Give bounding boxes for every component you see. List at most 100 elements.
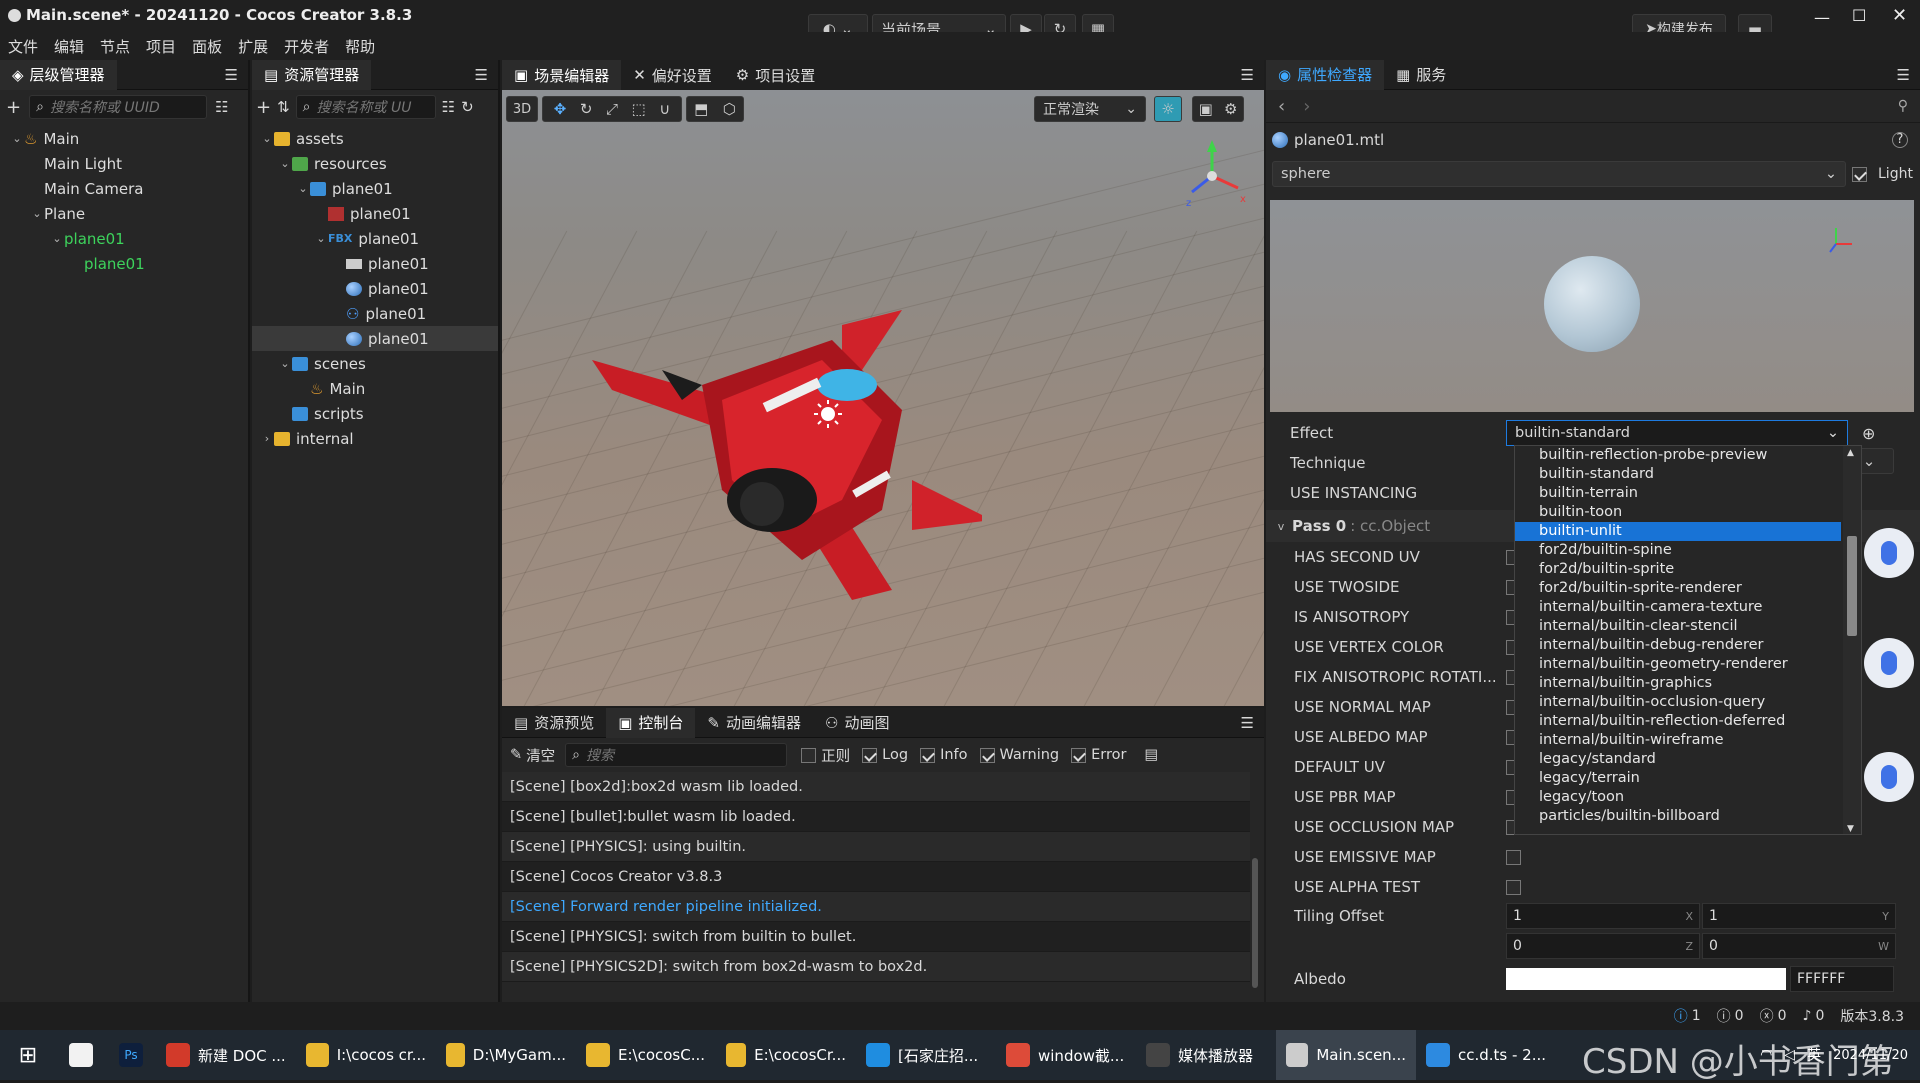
tab-preferences[interactable]: ✕ 偏好设置 bbox=[621, 60, 724, 90]
minimize-button[interactable]: — bbox=[1814, 8, 1830, 27]
menu-node[interactable]: 节点 bbox=[100, 36, 130, 57]
filter-checkbox[interactable] bbox=[979, 747, 995, 763]
tab-console[interactable]: ▣ 控制台 bbox=[606, 707, 696, 738]
filter-checkbox[interactable] bbox=[801, 747, 817, 763]
console-line[interactable]: [Scene] [PHYSICS]: switch from builtin t… bbox=[502, 922, 1250, 952]
asset-item[interactable]: plane01 bbox=[252, 251, 498, 276]
asset-item[interactable]: ♨ Main bbox=[252, 376, 498, 401]
scale-icon[interactable]: ⤢ bbox=[606, 100, 618, 118]
local-icon[interactable]: ⬡ bbox=[723, 100, 736, 118]
tab-assets[interactable]: ▤ 资源管理器 bbox=[252, 59, 372, 90]
tab-services[interactable]: ▦ 服务 bbox=[1384, 60, 1458, 90]
filter-checkbox[interactable] bbox=[1071, 747, 1087, 763]
menu-extension[interactable]: 扩展 bbox=[238, 36, 268, 57]
rect-icon[interactable]: ⬚ bbox=[632, 100, 646, 118]
effect-option[interactable]: particles/builtin-billboard bbox=[1515, 807, 1841, 826]
add-icon[interactable]: + bbox=[256, 97, 271, 118]
taskbar-window[interactable]: cc.d.ts - 2... bbox=[1416, 1030, 1556, 1080]
filter-checkbox[interactable] bbox=[920, 747, 936, 763]
taskbar-window[interactable]: Main.scen... bbox=[1276, 1030, 1416, 1080]
chevron-icon[interactable]: ⌄ bbox=[278, 357, 292, 370]
console-scrollbar[interactable] bbox=[1252, 858, 1258, 988]
offset-w-input[interactable]: 0W bbox=[1702, 933, 1896, 959]
menu-panel[interactable]: 面板 bbox=[192, 36, 222, 57]
rotate-icon[interactable]: ↻ bbox=[580, 100, 593, 118]
chevron-icon[interactable]: ⌄ bbox=[278, 157, 292, 170]
scroll-up-icon[interactable]: ▲ bbox=[1847, 448, 1854, 458]
menu-file[interactable]: 文件 bbox=[8, 36, 38, 57]
asset-item[interactable]: plane01 bbox=[252, 276, 498, 301]
effect-option[interactable]: for2d/builtin-sprite-renderer bbox=[1515, 579, 1841, 598]
chevron-icon[interactable]: ⌄ bbox=[50, 232, 64, 245]
taskbar-app-photoshop[interactable]: Ps bbox=[106, 1030, 156, 1080]
sort-icon[interactable]: ⇅ bbox=[277, 98, 290, 116]
effect-option[interactable]: builtin-toon bbox=[1515, 503, 1841, 522]
menu-icon[interactable]: ☰ bbox=[1241, 66, 1254, 84]
asset-item[interactable]: ⌄ FBX plane01 bbox=[252, 226, 498, 251]
chevron-icon[interactable]: ⌄ bbox=[296, 182, 310, 195]
close-button[interactable]: ✕ bbox=[1892, 5, 1907, 26]
tab-project-settings[interactable]: ⚙ 项目设置 bbox=[724, 60, 827, 90]
console-filter[interactable]: Warning bbox=[979, 747, 1059, 763]
chevron-icon[interactable]: ⌄ bbox=[260, 132, 274, 145]
taskbar-window[interactable]: E:\cocosCr... bbox=[716, 1030, 856, 1080]
console-filter[interactable]: Log bbox=[862, 747, 908, 763]
offset-z-input[interactable]: 0Z bbox=[1506, 933, 1700, 959]
mouse-button-1[interactable] bbox=[1864, 528, 1914, 578]
effect-option[interactable]: internal/builtin-wireframe bbox=[1515, 731, 1841, 750]
filter-checkbox[interactable] bbox=[862, 747, 878, 763]
console-line[interactable]: [Scene] [PHYSICS]: using builtin. bbox=[502, 832, 1250, 862]
taskbar-window[interactable]: 新建 DOC ... bbox=[156, 1030, 296, 1080]
menu-help[interactable]: 帮助 bbox=[345, 36, 375, 57]
back-icon[interactable]: ‹ bbox=[1278, 96, 1285, 117]
material-preview[interactable] bbox=[1270, 200, 1914, 412]
chevron-icon[interactable]: ⌄ bbox=[30, 207, 44, 220]
menu-icon[interactable]: ☰ bbox=[475, 66, 488, 84]
asset-item[interactable]: ⌄ assets bbox=[252, 126, 498, 151]
chevron-icon[interactable]: ⌄ bbox=[10, 132, 24, 145]
tab-scene-editor[interactable]: ▣ 场景编辑器 bbox=[502, 60, 622, 90]
pass-property-checkbox[interactable] bbox=[1506, 879, 1521, 895]
asset-item[interactable]: ⌄ scenes bbox=[252, 351, 498, 376]
preview-mesh-select[interactable]: sphere ⌄ bbox=[1272, 161, 1846, 187]
start-button[interactable]: ⊞ bbox=[0, 1030, 56, 1080]
status-error[interactable]: ⓧ 0 bbox=[1760, 1006, 1787, 1026]
effect-option[interactable]: legacy/terrain bbox=[1515, 769, 1841, 788]
hierarchy-node[interactable]: Main Camera bbox=[0, 176, 248, 201]
taskbar-app-tools[interactable] bbox=[56, 1030, 106, 1080]
effect-option[interactable]: internal/builtin-camera-texture bbox=[1515, 598, 1841, 617]
effect-option[interactable]: for2d/builtin-sprite bbox=[1515, 560, 1841, 579]
effect-dropdown[interactable]: builtin-reflection-probe-preview builtin-… bbox=[1514, 445, 1862, 835]
light-checkbox[interactable] bbox=[1852, 166, 1867, 182]
effect-option[interactable]: builtin-unlit bbox=[1515, 522, 1841, 541]
menu-icon[interactable]: ☰ bbox=[1897, 66, 1910, 84]
effect-option[interactable]: internal/builtin-reflection-deferred bbox=[1515, 712, 1841, 731]
effect-option[interactable]: for2d/builtin-spine bbox=[1515, 541, 1841, 560]
axis-gizmo[interactable]: x z bbox=[1178, 140, 1258, 210]
effect-option[interactable]: builtin-terrain bbox=[1515, 484, 1841, 503]
snap-icon[interactable]: ∪ bbox=[659, 100, 670, 118]
albedo-hex-input[interactable]: FFFFFF bbox=[1790, 966, 1894, 992]
hierarchy-node[interactable]: ⌄ ♨ Main bbox=[0, 126, 248, 151]
menu-icon[interactable]: ☰ bbox=[225, 66, 238, 84]
console-search-input[interactable]: ⌕ 搜索 bbox=[565, 743, 788, 767]
render-mode-select[interactable]: 正常渲染 ⌄ bbox=[1034, 96, 1146, 122]
hierarchy-search-input[interactable]: ⌕ 搜索名称或 UUID bbox=[29, 95, 208, 119]
gear-icon[interactable]: ⚙ bbox=[1224, 100, 1237, 118]
tab-animation-graph[interactable]: ⚇ 动画图 bbox=[813, 708, 901, 738]
chevron-icon[interactable]: › bbox=[260, 432, 274, 445]
taskbar-window[interactable]: [石家庄招... bbox=[856, 1030, 996, 1080]
menu-developer[interactable]: 开发者 bbox=[284, 36, 329, 57]
pivot-icon[interactable]: ⬒ bbox=[694, 100, 708, 118]
hierarchy-node[interactable]: ⌄ Plane bbox=[0, 201, 248, 226]
status-notify[interactable]: ♪ 0 bbox=[1803, 1008, 1825, 1024]
asset-item[interactable]: plane01 bbox=[252, 326, 498, 351]
tab-asset-preview[interactable]: ▤ 资源预览 bbox=[502, 708, 606, 738]
forward-icon[interactable]: › bbox=[1303, 96, 1310, 117]
hierarchy-node[interactable]: ⌄ plane01 bbox=[0, 226, 248, 251]
locate-icon[interactable]: ⊕ bbox=[1862, 424, 1875, 443]
taskbar-window[interactable]: E:\cocosC... bbox=[576, 1030, 716, 1080]
mode-3d-button[interactable]: 3D bbox=[506, 96, 538, 122]
menu-project[interactable]: 项目 bbox=[146, 36, 176, 57]
console-line[interactable]: [Scene] Forward render pipeline initiali… bbox=[502, 892, 1250, 922]
